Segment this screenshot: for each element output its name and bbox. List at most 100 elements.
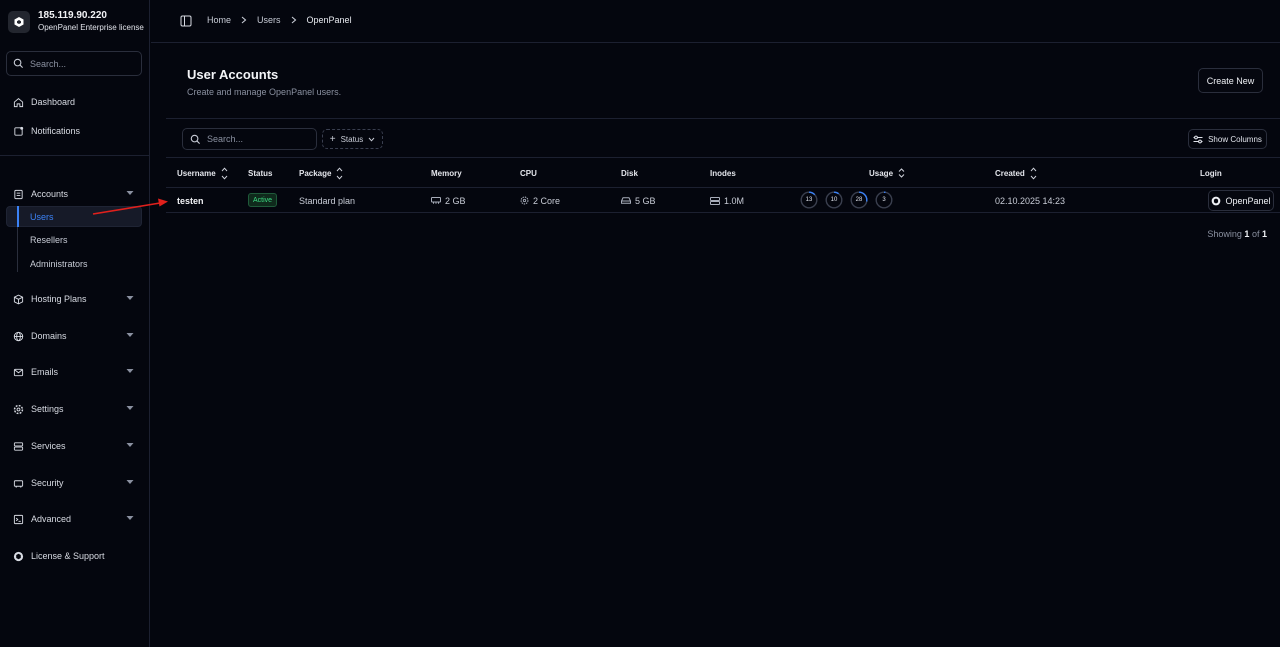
sidebar-item-license-support[interactable]: License & Support — [12, 547, 138, 565]
show-columns-label: Show Columns — [1208, 134, 1262, 144]
sidebar-item-services[interactable]: Services — [12, 437, 138, 455]
column-header-label: Created — [995, 168, 1025, 178]
disk-value: 5 GB — [635, 195, 656, 206]
pagination-text: Showing — [1207, 229, 1242, 239]
sidebar-item-resellers[interactable]: Resellers — [30, 231, 140, 249]
usage-ring: 3 — [875, 191, 893, 209]
sidebar-item-label: Hosting Plans — [31, 294, 87, 304]
sidebar-toggle-icon[interactable] — [180, 15, 192, 27]
page-subtitle: Create and manage OpenPanel users. — [187, 87, 342, 97]
created-cell: 02.10.2025 14:23 — [995, 195, 1066, 206]
sidebar-item-label: Accounts — [31, 189, 69, 199]
disk-cell: 5 GB — [621, 194, 656, 207]
column-header-memory: Memory — [431, 168, 462, 178]
gear-icon — [12, 403, 24, 415]
sidebar-item-settings[interactable]: Settings — [12, 400, 138, 418]
login-label: OpenPanel — [1225, 195, 1271, 206]
openpanel-logo-icon — [12, 550, 24, 562]
sidebar-item-domains[interactable]: Domains — [12, 327, 138, 345]
search-icon — [13, 58, 24, 69]
sort-icon — [898, 168, 905, 178]
status-filter-label: Status — [340, 134, 364, 144]
sidebar-item-label: Dashboard — [31, 97, 76, 107]
accounts-icon — [12, 188, 24, 200]
pagination-page: 1 — [1244, 229, 1250, 239]
sort-icon — [336, 166, 343, 180]
usage-ring: 28 — [850, 191, 868, 209]
table-search[interactable] — [182, 128, 317, 150]
status-filter-button[interactable]: + Status — [322, 129, 383, 149]
memory-cell: 2 GB — [431, 194, 466, 207]
show-columns-button[interactable]: Show Columns — [1188, 129, 1267, 149]
breadcrumb-current: OpenPanel — [306, 15, 352, 25]
column-header-inodes: Inodes — [710, 168, 736, 178]
column-header-login: Login — [1200, 168, 1222, 178]
column-header-created[interactable]: Created — [995, 166, 1037, 180]
brand[interactable]: 185.119.90.220 OpenPanel Enterprise lice… — [8, 10, 144, 34]
sidebar-item-dashboard[interactable]: Dashboard — [12, 93, 138, 111]
mail-icon — [12, 366, 24, 378]
sidebar-item-accounts[interactable]: Accounts — [12, 185, 138, 203]
sidebar: 185.119.90.220 OpenPanel Enterprise lice… — [0, 0, 150, 647]
inodes-icon — [710, 196, 720, 205]
sidebar-item-security[interactable]: Security — [12, 474, 138, 492]
column-header-usage[interactable]: Usage — [869, 167, 905, 179]
sidebar-item-label: Security — [31, 478, 64, 488]
server-ip: 185.119.90.220 — [38, 10, 107, 21]
sidebar-item-emails[interactable]: Emails — [12, 363, 138, 381]
chevron-down-icon — [368, 137, 375, 142]
server-icon — [12, 440, 24, 452]
sidebar-search[interactable] — [6, 51, 142, 76]
plus-icon: + — [329, 133, 336, 145]
usage-ring: 10 — [825, 191, 843, 209]
create-new-button[interactable]: Create New — [1198, 68, 1263, 93]
column-header-username[interactable]: Username — [177, 166, 228, 180]
columns-settings-icon — [1193, 135, 1203, 144]
sort-icon — [1030, 166, 1037, 180]
username-cell[interactable]: testen — [177, 194, 204, 207]
disk-icon — [621, 197, 631, 204]
sidebar-item-users[interactable]: Users — [30, 208, 140, 226]
cpu-value: 2 Core — [533, 195, 561, 206]
sidebar-divider — [0, 155, 150, 156]
top-bar: Home Users OpenPanel — [151, 0, 1280, 43]
pagination-summary: Showing 1 of 1 — [1207, 229, 1267, 239]
globe-icon — [12, 330, 24, 342]
caret-down-icon — [126, 368, 134, 374]
openpanel-logo-icon — [8, 11, 30, 33]
sidebar-item-notifications[interactable]: Notifications — [12, 122, 138, 140]
chevron-right-icon — [291, 16, 297, 24]
sidebar-item-label: Emails — [31, 367, 59, 377]
inodes-cell: 1.0M — [710, 194, 744, 207]
security-icon — [12, 477, 24, 489]
header-divider — [166, 118, 1280, 119]
sidebar-item-administrators[interactable]: Administrators — [30, 255, 140, 273]
table-search-input[interactable] — [207, 134, 307, 144]
sidebar-item-advanced[interactable]: Advanced — [12, 510, 138, 528]
column-header-package[interactable]: Package — [299, 166, 343, 180]
column-header-status: Status — [248, 168, 273, 178]
breadcrumb: Home Users OpenPanel — [207, 15, 352, 25]
sidebar-search-input[interactable] — [30, 58, 130, 69]
usage-ring-label: 13 — [805, 197, 813, 203]
inodes-value: 1.0M — [724, 195, 745, 206]
sort-icon — [221, 166, 228, 180]
sidebar-item-label: License & Support — [31, 551, 105, 561]
sidebar-item-label: Domains — [31, 331, 67, 341]
usage-ring-label: 3 — [882, 197, 886, 203]
login-openpanel-button[interactable]: OpenPanel — [1208, 190, 1274, 211]
breadcrumb-users[interactable]: Users — [257, 15, 281, 25]
caret-down-icon — [126, 295, 134, 301]
package-cell: Standard plan — [299, 195, 356, 206]
caret-down-icon — [126, 190, 134, 196]
sidebar-item-hosting-plans[interactable]: Hosting Plans — [12, 290, 138, 308]
search-icon — [190, 134, 201, 145]
page-title: User Accounts — [187, 67, 279, 82]
column-header-label: Usage — [869, 168, 894, 178]
active-indicator — [17, 206, 19, 227]
caret-down-icon — [126, 442, 134, 448]
table-top-border — [166, 157, 1280, 158]
breadcrumb-home[interactable]: Home — [207, 15, 231, 25]
caret-down-icon — [126, 515, 134, 521]
column-header-label: Username — [177, 168, 216, 178]
